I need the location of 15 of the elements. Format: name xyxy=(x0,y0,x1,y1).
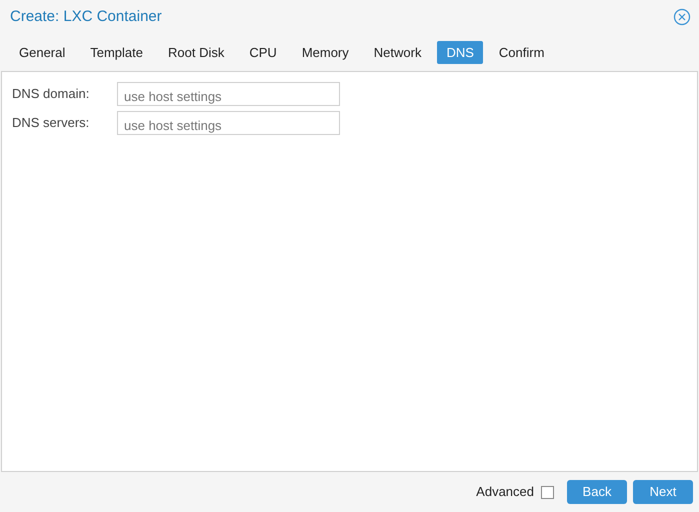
window-title: Create: LXC Container xyxy=(10,6,162,27)
tab[interactable]: Root Disk xyxy=(159,41,234,64)
tab[interactable]: Network xyxy=(364,41,430,64)
tab[interactable]: Template xyxy=(81,41,152,64)
tab[interactable]: Confirm xyxy=(490,41,554,64)
input-field[interactable]: use host settings xyxy=(117,111,340,135)
tab[interactable]: CPU xyxy=(240,41,286,64)
advanced-checkbox[interactable] xyxy=(541,486,554,498)
advanced-label: Advanced xyxy=(476,483,534,502)
close-icon[interactable] xyxy=(673,8,691,26)
tab[interactable]: Memory xyxy=(292,41,358,64)
tab[interactable]: General xyxy=(10,41,74,64)
field-label: DNS domain: xyxy=(12,85,90,104)
field-label: DNS servers: xyxy=(12,114,90,132)
input-field[interactable]: use host settings xyxy=(117,82,340,106)
